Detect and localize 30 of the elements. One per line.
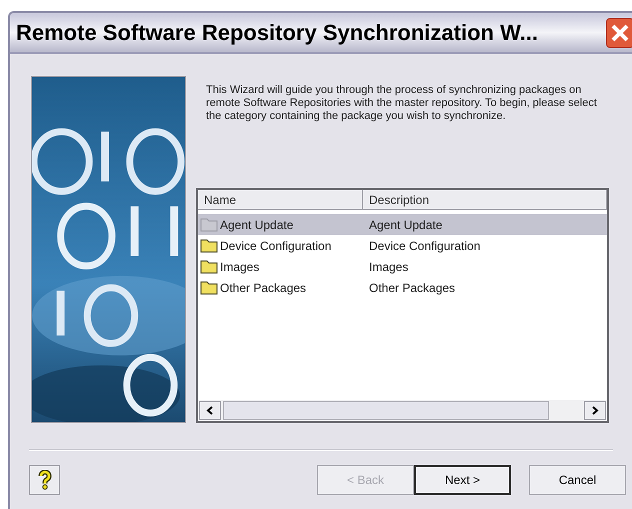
row-description: Other Packages (368, 280, 456, 296)
row-name: Other Packages (220, 280, 306, 296)
row-name: Agent Update (220, 216, 294, 234)
column-header[interactable]: Name (198, 190, 363, 209)
window-title: Remote Software Repository Synchronization W... (16, 19, 538, 47)
column-header[interactable]: Description (363, 190, 607, 209)
help-button[interactable] (29, 465, 60, 495)
row-description: Device Configuration (368, 238, 480, 254)
list-row[interactable]: Images Images (198, 256, 607, 277)
close-icon (610, 22, 630, 42)
list-row[interactable]: Other Packages Other Packages (198, 277, 607, 298)
folder-icon (200, 217, 218, 232)
row-description: Images (368, 258, 408, 276)
row-description: Agent Update (368, 216, 442, 234)
close-button[interactable] (606, 18, 632, 48)
wizard-button[interactable]: Next > (414, 465, 511, 495)
scroll-left-button[interactable] (199, 401, 221, 420)
list-row[interactable]: Agent Update Agent Update (198, 214, 607, 235)
scroll-thumb[interactable] (223, 401, 549, 420)
intro-text: This Wizard will guide you through the process of synchronizing packages on remote Software Repositories with the master repository. To begin, please select the category containing the package you wish to synchronize. (205, 83, 598, 124)
horizontal-scrollbar[interactable] (198, 400, 607, 421)
folder-icon (200, 259, 218, 274)
row-name: Device Configuration (220, 238, 332, 254)
wizard-button[interactable]: Cancel (529, 465, 626, 495)
help-icon (38, 470, 52, 490)
list-row[interactable]: Device Configuration Device Configuration (198, 235, 607, 256)
scroll-right-button[interactable] (584, 401, 606, 420)
row-name: Images (220, 258, 260, 276)
folder-icon (200, 238, 218, 253)
folder-icon (200, 280, 218, 295)
